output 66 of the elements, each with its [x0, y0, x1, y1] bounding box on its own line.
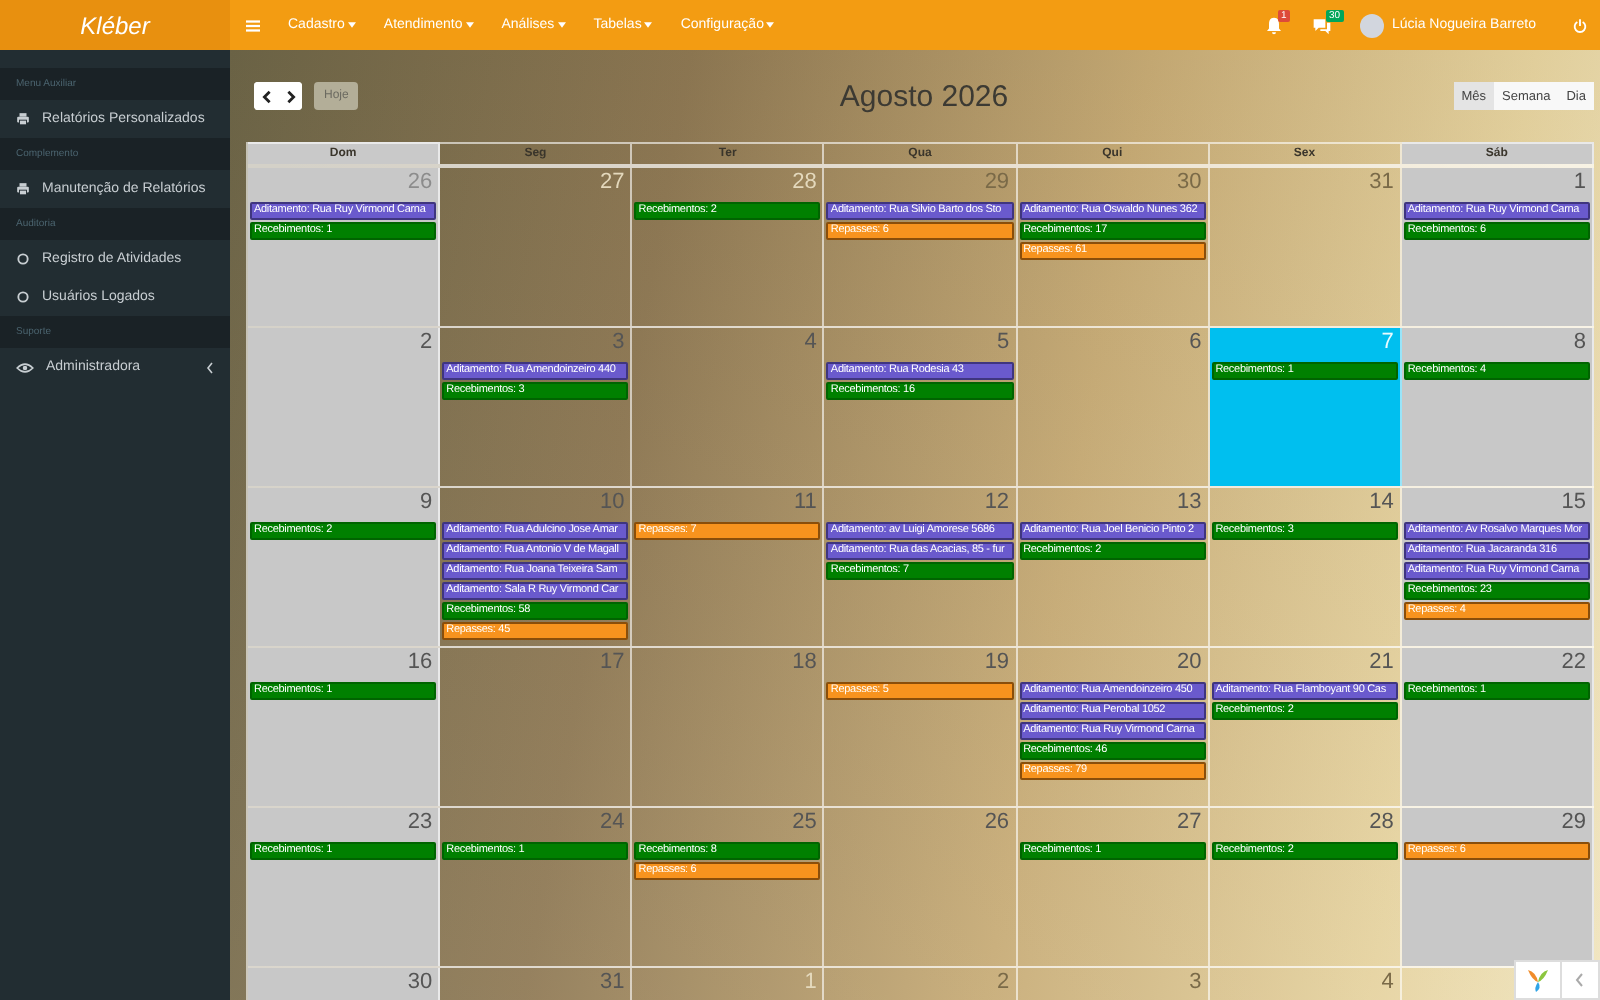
- day-number: 2: [418, 330, 435, 354]
- day-number: 24: [598, 810, 627, 834]
- day-number: 26: [982, 810, 1012, 834]
- day-number: 26: [405, 170, 435, 194]
- day-number: 22: [1559, 650, 1588, 674]
- day-number: 6: [1187, 330, 1204, 354]
- day-number: 4: [802, 330, 819, 354]
- day-number: 16: [405, 650, 435, 674]
- day-number: 28: [790, 170, 819, 194]
- day-number: 28: [1367, 810, 1396, 834]
- caret-icon: [347, 22, 356, 28]
- circle-icon: [16, 290, 30, 304]
- avatar[interactable]: [1360, 13, 1384, 37]
- day-number: 1: [1571, 170, 1588, 194]
- day-number: 3: [610, 330, 627, 354]
- day-number: 20: [1174, 650, 1204, 674]
- bell-icon[interactable]: [1264, 15, 1284, 35]
- day-number: 29: [982, 170, 1012, 194]
- power-icon[interactable]: [1572, 17, 1588, 33]
- day-number: 14: [1367, 490, 1396, 514]
- chevron-left-icon: [259, 89, 273, 103]
- eye-icon: [16, 361, 34, 373]
- day-number: 30: [1174, 170, 1204, 194]
- day-cell[interactable]: 30: [248, 968, 441, 1000]
- day-number: 27: [598, 170, 627, 194]
- day-number: 21: [1367, 650, 1396, 674]
- day-number: 18: [790, 650, 819, 674]
- day-number: 13: [1174, 490, 1204, 514]
- chevron-right-icon: [283, 89, 297, 103]
- day-number: 31: [598, 970, 627, 994]
- day-number: 29: [1559, 810, 1588, 834]
- day-number: 17: [598, 650, 627, 674]
- day-number: 1: [802, 970, 819, 994]
- day-cell[interactable]: 4: [1209, 968, 1402, 1000]
- day-cell[interactable]: 2: [248, 328, 441, 486]
- day-cell[interactable]: 27: [440, 168, 633, 326]
- caret-icon: [465, 22, 474, 28]
- day-cell[interactable]: 3: [1017, 968, 1210, 1000]
- printer-icon: [16, 182, 30, 196]
- caret-icon: [644, 22, 653, 28]
- calendar-title: Agosto 2026: [839, 79, 1009, 113]
- chevron-icon: [206, 361, 214, 373]
- day-number: 23: [405, 810, 435, 834]
- day-number: 7: [1379, 330, 1396, 354]
- day-number: 25: [790, 810, 819, 834]
- printer-icon: [16, 112, 30, 126]
- day-number: 5: [994, 330, 1012, 354]
- day-number: 30: [405, 970, 435, 994]
- circle-icon: [16, 252, 30, 266]
- chat-icon[interactable]: [1312, 15, 1332, 35]
- day-number: 4: [1379, 970, 1396, 994]
- day-number: 12: [982, 490, 1012, 514]
- day-number: 9: [418, 490, 435, 514]
- day-number: 11: [792, 490, 819, 514]
- day-number: 3: [1187, 970, 1204, 994]
- day-number: 19: [982, 650, 1012, 674]
- caret-icon: [766, 22, 775, 28]
- menu-icon[interactable]: [246, 19, 260, 31]
- day-number: 31: [1367, 170, 1396, 194]
- day-number: 10: [598, 490, 627, 514]
- day-number: 2: [994, 970, 1012, 994]
- day-number: 27: [1174, 810, 1204, 834]
- day-cell[interactable]: 26: [824, 808, 1018, 966]
- caret-icon: [557, 22, 566, 28]
- day-number: 8: [1571, 330, 1588, 354]
- day-number: 15: [1559, 490, 1588, 514]
